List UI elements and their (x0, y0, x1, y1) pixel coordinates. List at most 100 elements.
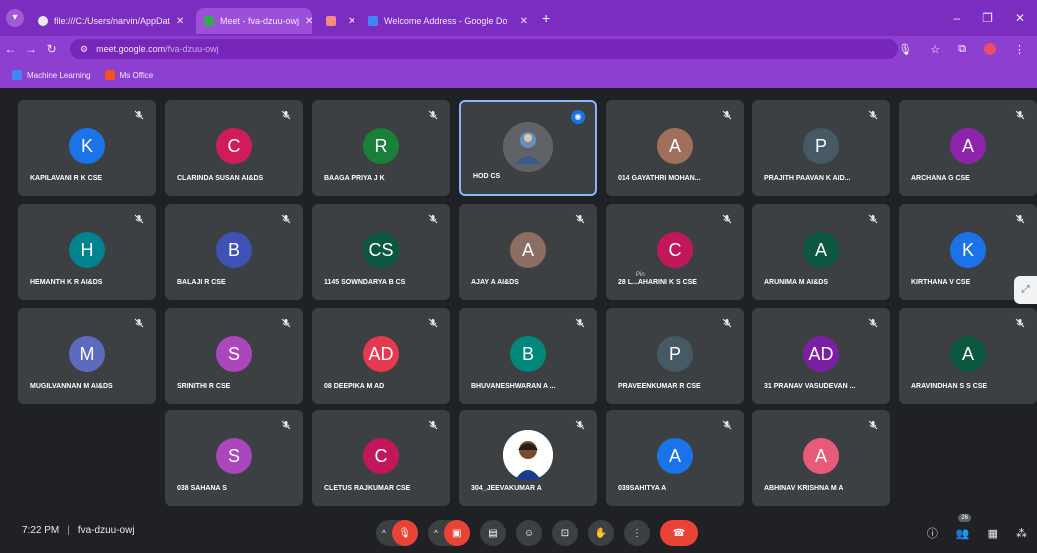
chat-icon[interactable]: ▦ (988, 527, 998, 540)
participant-tile[interactable]: S 038 SAHANA S (165, 410, 303, 506)
meeting-control-bar: 7:22 PM | fva-dzuu-owj ^ 🎙 ^ ▣ ▤ ☺ ⊡ ✋ ⋮… (0, 512, 1037, 553)
participant-tile[interactable]: A AJAY A AI&DS (459, 204, 597, 300)
mic-indicator-icon[interactable]: 🎙 (898, 43, 912, 56)
close-tab-icon[interactable]: ✕ (170, 16, 184, 27)
participant-name: BAAGA PRIYA J K (324, 175, 385, 182)
close-window-icon[interactable]: ✕ (1015, 11, 1025, 25)
extensions-icon[interactable]: ⧉ (958, 43, 966, 56)
side-panel-toggle[interactable]: ⤢ (1014, 276, 1037, 304)
participant-tile[interactable]: A 014 GAYATHRI MOHAN... (606, 100, 744, 196)
participant-name: ARAVINDHAN S S CSE (911, 383, 988, 390)
minimize-icon[interactable]: – (953, 11, 960, 25)
participant-tile[interactable]: ◉ HOD CS (459, 100, 597, 196)
participant-tile[interactable]: AD 08 DEEPIKA M AD (312, 308, 450, 404)
participant-name: 304_JEEVAKUMAR A (471, 485, 542, 492)
mic-muted-icon (428, 318, 438, 328)
participant-tile[interactable]: CS 1145 SOWNDARYA B CS (312, 204, 450, 300)
avatar: A (950, 128, 986, 164)
participant-name: 038 SAHANA S (177, 485, 227, 492)
captions-button[interactable]: ▤ (480, 520, 506, 546)
site-info-icon[interactable]: ⚙ (80, 44, 88, 55)
participant-name: PRAVEENKUMAR R CSE (618, 383, 701, 390)
participant-count-badge: 26 (958, 514, 971, 522)
chevron-up-icon[interactable]: ^ (382, 529, 386, 538)
camera-off-icon[interactable]: ▣ (443, 520, 470, 546)
back-icon[interactable]: ← (0, 42, 21, 56)
avatar: A (950, 336, 986, 372)
hand-icon: ✋ (594, 527, 608, 539)
participant-name: PRAJITH PAAVAN K AID... (764, 175, 851, 182)
tab-file[interactable]: file:///C:/Users/narvin/AppDat ✕ (30, 8, 190, 34)
meeting-info: 7:22 PM | fva-dzuu-owj (22, 525, 135, 536)
info-icon[interactable]: ⓘ (927, 525, 938, 541)
meet-icon (204, 16, 214, 26)
mic-muted-icon (428, 420, 438, 430)
tab-docs[interactable]: Welcome Address - Google Do ✕ (360, 8, 536, 34)
avatar: A (510, 232, 546, 268)
new-tab-button[interactable]: + (542, 10, 550, 26)
forward-icon[interactable]: → (21, 42, 42, 56)
participant-tile[interactable]: C CLETUS RAJKUMAR CSE (312, 410, 450, 506)
mic-muted-icon (281, 214, 291, 224)
close-tab-icon[interactable]: ✕ (342, 16, 354, 27)
tab-audio[interactable]: ✕ (318, 8, 354, 34)
bookmark-ms-office[interactable]: Ms Office (104, 70, 153, 80)
participant-tile[interactable]: P PRAVEENKUMAR R CSE (606, 308, 744, 404)
avatar: CS (363, 232, 399, 268)
tab-meet[interactable]: Meet - fva-dzuu-owj ✕ (196, 8, 312, 34)
chevron-up-icon[interactable]: ^ (434, 529, 438, 538)
participant-name: KIRTHANA V CSE (911, 279, 971, 286)
url-host: meet.google.com (96, 44, 166, 54)
mic-off-icon[interactable]: 🎙 (391, 520, 418, 546)
participant-name: BHUVANESHWARAN A ... (471, 383, 556, 390)
participant-tile[interactable]: C CLARINDA SUSAN AI&DS (165, 100, 303, 196)
bookmark-label: Machine Learning (27, 70, 91, 80)
participant-tile[interactable]: 304_JEEVAKUMAR A (459, 410, 597, 506)
mic-control[interactable]: ^ 🎙 (376, 520, 418, 546)
present-button[interactable]: ⊡ (552, 520, 578, 546)
participant-tile[interactable]: H HEMANTH K R AI&DS (18, 204, 156, 300)
participant-tile[interactable]: A ARUNIMA M AI&DS (752, 204, 890, 300)
participant-tile[interactable]: B BALAJI R CSE (165, 204, 303, 300)
participant-tile[interactable]: A 039SAHITYA A (606, 410, 744, 506)
people-icon[interactable]: 👥 (956, 527, 970, 540)
participant-name: ABHINAV KRISHNA M A (764, 485, 844, 492)
participant-tile[interactable]: A ARAVINDHAN S S CSE (899, 308, 1037, 404)
bookmark-star-icon[interactable]: ☆ (930, 43, 940, 56)
close-tab-icon[interactable]: ✕ (299, 16, 312, 27)
participant-name: BALAJI R CSE (177, 279, 226, 286)
browser-tab-bar: ▾ file:///C:/Users/narvin/AppDat ✕ Meet … (0, 0, 1037, 36)
reload-icon[interactable]: ↻ (41, 42, 62, 56)
participant-tile[interactable]: P PRAJITH PAAVAN K AID... (752, 100, 890, 196)
menu-icon[interactable]: ⋮ (1014, 43, 1025, 56)
bookmark-machine-learning[interactable]: Machine Learning (12, 70, 91, 80)
mic-muted-icon (868, 420, 878, 430)
participant-tile[interactable]: A ARCHANA G CSE (899, 100, 1037, 196)
url-input[interactable]: ⚙ meet.google.com /fva-dzuu-owj (70, 39, 899, 59)
avatar: C (657, 232, 693, 268)
participant-tile[interactable]: B BHUVANESHWARAN A ... (459, 308, 597, 404)
profile-avatar[interactable] (984, 43, 996, 55)
participant-tile[interactable]: M MUGILVANNAN M AI&DS (18, 308, 156, 404)
avatar: K (950, 232, 986, 268)
participant-name: AJAY A AI&DS (471, 279, 519, 286)
camera-control[interactable]: ^ ▣ (428, 520, 470, 546)
participant-tile[interactable]: R BAAGA PRIYA J K (312, 100, 450, 196)
emoji-button[interactable]: ☺ (516, 520, 542, 546)
audio-icon (326, 16, 336, 26)
restore-icon[interactable]: ❐ (982, 11, 993, 25)
leave-call-button[interactable]: ☎ (660, 520, 698, 546)
more-options-button[interactable]: ⋮ (624, 520, 650, 546)
activities-icon[interactable]: ⁂ (1016, 527, 1027, 540)
tab-search-icon[interactable]: ▾ (6, 9, 24, 27)
participant-tile[interactable]: K KAPILAVANI R K CSE (18, 100, 156, 196)
raise-hand-button[interactable]: ✋ (588, 520, 614, 546)
mic-muted-icon (868, 318, 878, 328)
participant-tile[interactable]: A ABHINAV KRISHNA M A (752, 410, 890, 506)
participant-tile[interactable]: AD 31 PRANAV VASUDEVAN ... (752, 308, 890, 404)
participant-tile[interactable]: S SRINITHI R CSE (165, 308, 303, 404)
docs-icon (368, 16, 378, 26)
participant-tile[interactable]: C Pin 28 L...AHARINI K S CSE (606, 204, 744, 300)
avatar: K (69, 128, 105, 164)
close-tab-icon[interactable]: ✕ (514, 16, 528, 27)
